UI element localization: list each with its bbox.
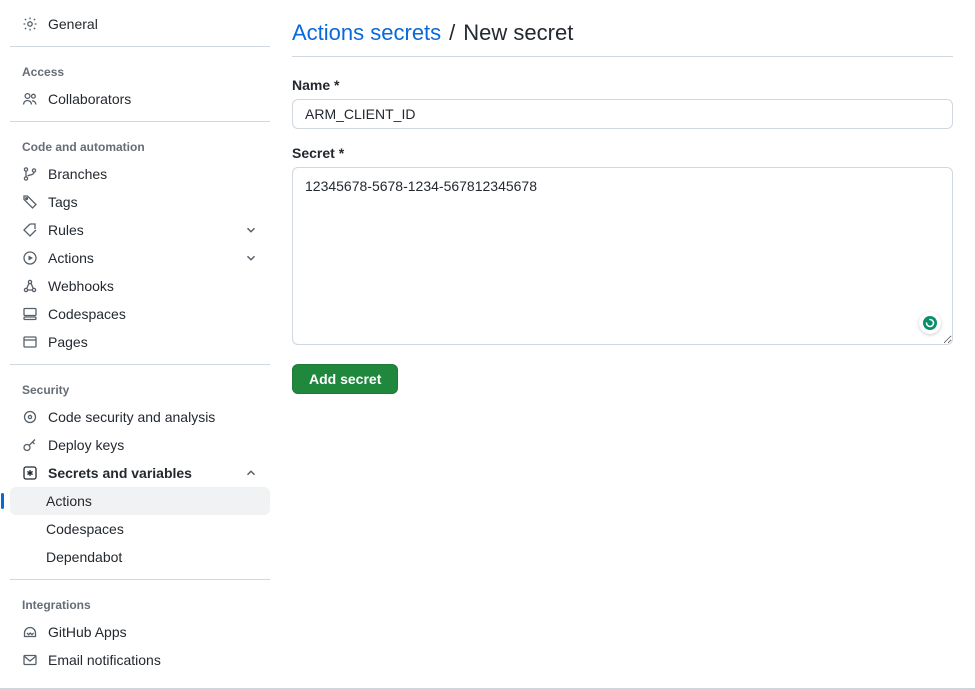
sidebar-item-github-apps[interactable]: GitHub Apps (10, 618, 270, 646)
scan-icon (22, 409, 38, 425)
sidebar-item-collaborators[interactable]: Collaborators (10, 85, 270, 113)
sidebar-item-rules[interactable]: Rules (10, 216, 270, 244)
sidebar-item-label: Rules (48, 222, 244, 238)
key-icon (22, 437, 38, 453)
chevron-up-icon (244, 466, 258, 480)
sidebar-item-label: Code security and analysis (48, 409, 258, 425)
sidebar-header-access: Access (10, 47, 270, 85)
sidebar-item-deploy-keys[interactable]: Deploy keys (10, 431, 270, 459)
secret-name-input[interactable] (292, 99, 953, 129)
gear-icon (22, 16, 38, 32)
sidebar-item-branches[interactable]: Branches (10, 160, 270, 188)
sidebar-header-code: Code and automation (10, 122, 270, 160)
sidebar-item-label: Webhooks (48, 278, 258, 294)
breadcrumb-current: New secret (463, 20, 573, 46)
chevron-down-icon (244, 223, 258, 237)
sidebar-item-general[interactable]: General (10, 10, 270, 38)
secret-label: Secret * (292, 145, 953, 161)
chevron-down-icon (244, 251, 258, 265)
sidebar-item-label: Actions (48, 250, 244, 266)
field-group-name: Name * (292, 77, 953, 129)
sidebar-item-code-security[interactable]: Code security and analysis (10, 403, 270, 431)
sidebar-item-email-notifications[interactable]: Email notifications (10, 646, 270, 674)
sidebar-item-label: Email notifications (48, 652, 258, 668)
sidebar-item-pages[interactable]: Pages (10, 328, 270, 356)
sidebar-item-label: GitHub Apps (48, 624, 258, 640)
secret-value-input[interactable] (292, 167, 953, 345)
sidebar-item-webhooks[interactable]: Webhooks (10, 272, 270, 300)
sidebar-item-label: Pages (48, 334, 258, 350)
tag-icon (22, 194, 38, 210)
sidebar-item-label: General (48, 16, 258, 32)
sidebar-subitem-actions[interactable]: Actions (10, 487, 270, 515)
add-secret-button[interactable]: Add secret (292, 364, 398, 394)
sidebar-item-tags[interactable]: Tags (10, 188, 270, 216)
sidebar-subitem-dependabot[interactable]: Dependabot (10, 543, 270, 571)
sidebar-item-label: Secrets and variables (48, 465, 244, 481)
settings-sidebar: General Access Collaborators Code and au… (0, 0, 270, 688)
browser-icon (22, 334, 38, 350)
grammarly-icon[interactable] (919, 312, 941, 334)
sidebar-subitem-codespaces[interactable]: Codespaces (10, 515, 270, 543)
play-circle-icon (22, 250, 38, 266)
sidebar-item-actions[interactable]: Actions (10, 244, 270, 272)
field-group-secret: Secret * (292, 145, 953, 348)
sidebar-item-label: Deploy keys (48, 437, 258, 453)
sidebar-header-security: Security (10, 365, 270, 403)
main-content: Actions secrets / New secret Name * Secr… (270, 0, 975, 688)
sidebar-item-label: Codespaces (48, 306, 258, 322)
breadcrumb-link-actions-secrets[interactable]: Actions secrets (292, 20, 441, 46)
people-icon (22, 91, 38, 107)
breadcrumb-separator: / (449, 20, 455, 46)
sidebar-header-integrations: Integrations (10, 580, 270, 618)
sidebar-item-secrets-variables[interactable]: Secrets and variables (10, 459, 270, 487)
sidebar-item-codespaces[interactable]: Codespaces (10, 300, 270, 328)
codespaces-icon (22, 306, 38, 322)
name-label: Name * (292, 77, 953, 93)
webhook-icon (22, 278, 38, 294)
sidebar-item-label: Branches (48, 166, 258, 182)
sidebar-item-label: Tags (48, 194, 258, 210)
rules-icon (22, 222, 38, 238)
branch-icon (22, 166, 38, 182)
page-title: Actions secrets / New secret (292, 20, 953, 57)
asterisk-icon (22, 465, 38, 481)
mail-icon (22, 652, 38, 668)
secrets-variables-submenu: Actions Codespaces Dependabot (10, 487, 270, 571)
hubot-icon (22, 624, 38, 640)
sidebar-item-label: Collaborators (48, 91, 258, 107)
